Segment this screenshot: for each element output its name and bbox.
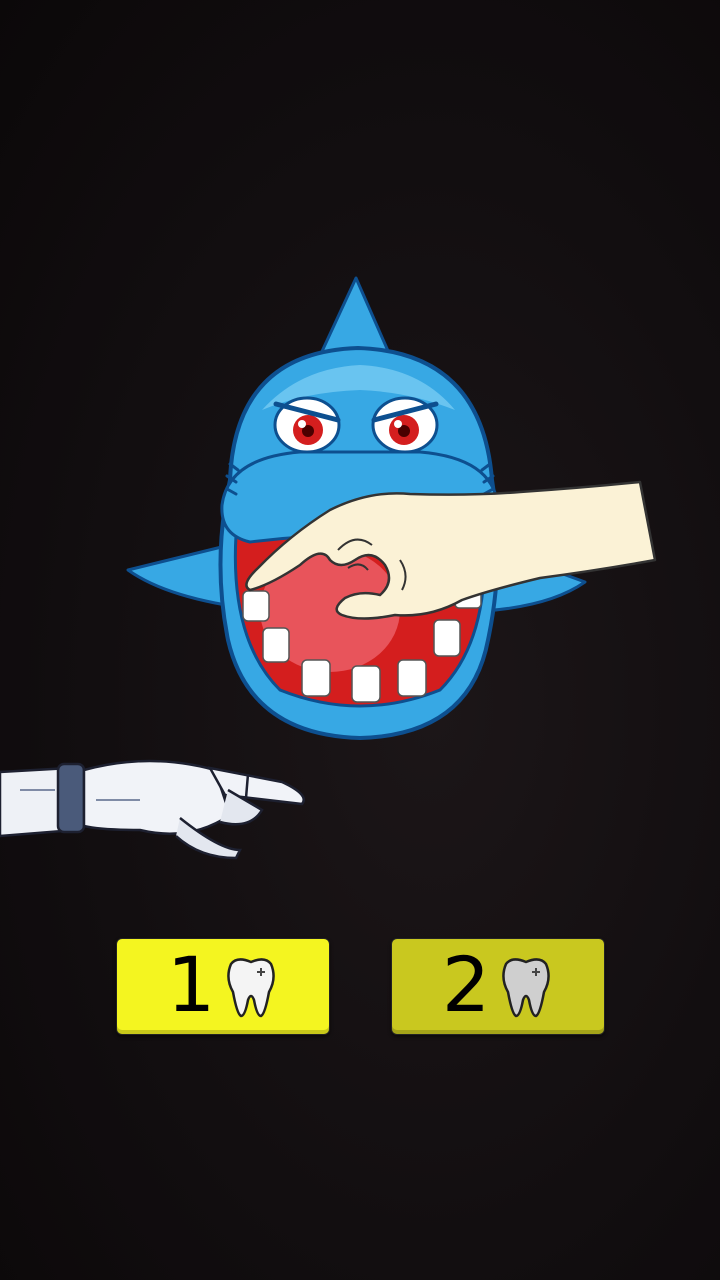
tooth-icon: [502, 957, 550, 1017]
choice-2-label: 2: [441, 939, 491, 1029]
robot-palm: [82, 759, 232, 835]
shark-left-eye: [273, 396, 341, 454]
choice-button-1[interactable]: 1: [116, 938, 330, 1035]
shark-right-eye: [371, 396, 439, 454]
tooth[interactable]: [397, 659, 427, 697]
tooth-icon: [227, 957, 275, 1017]
robot-hand[interactable]: [0, 759, 305, 860]
tooth[interactable]: [433, 619, 461, 657]
robot-wrist: [56, 762, 86, 834]
game-scene: [0, 276, 657, 860]
choice-button-2[interactable]: 2: [391, 938, 605, 1035]
choice-1-label: 1: [166, 939, 216, 1029]
tooth[interactable]: [242, 590, 270, 622]
tooth[interactable]: [262, 627, 290, 663]
tooth[interactable]: [351, 665, 381, 703]
tooth[interactable]: [301, 659, 331, 697]
